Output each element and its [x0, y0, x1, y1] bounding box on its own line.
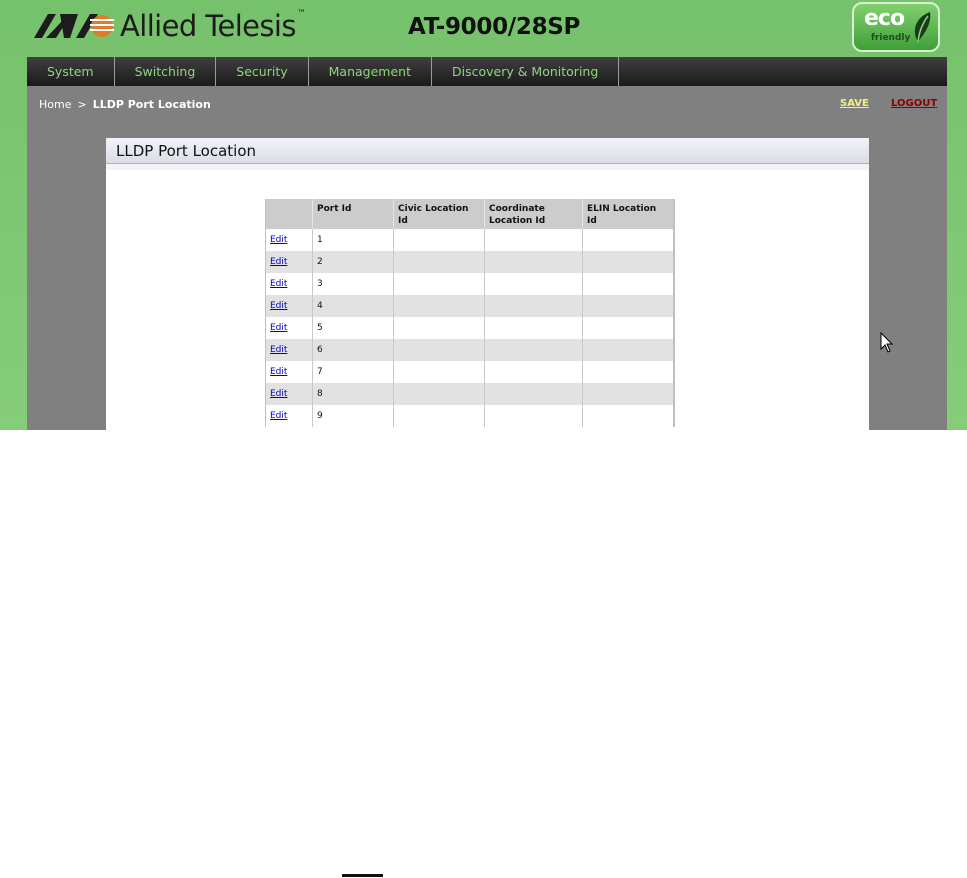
elin-location-cell [582, 273, 674, 295]
edit-link[interactable]: Edit [270, 323, 287, 333]
civic-location-cell [393, 317, 485, 339]
table-row: Edit 3 [265, 273, 674, 295]
column-header-elin-location-id: ELIN Location Id [582, 199, 674, 229]
port-id-cell: 9 [312, 405, 394, 427]
breadcrumb-separator: > [77, 98, 87, 111]
nav-discovery-monitoring[interactable]: Discovery & Monitoring [432, 57, 620, 86]
brand-name: Allied Telesis™ [120, 9, 306, 43]
nav-system[interactable]: System [27, 57, 115, 86]
table-row: Edit 2 [265, 251, 674, 273]
edit-link[interactable]: Edit [270, 411, 287, 421]
port-location-table: Port Id Civic Location Id Coordinate Loc… [265, 199, 675, 427]
coordinate-location-cell [484, 405, 583, 427]
table-row: Edit 6 [265, 339, 674, 361]
panel-divider [106, 164, 869, 170]
port-id-cell: 6 [312, 339, 394, 361]
port-id-cell: 4 [312, 295, 394, 317]
screenshot-area: Allied Telesis™ AT-9000/28SP eco friendl… [0, 0, 967, 430]
nav-switching[interactable]: Switching [115, 57, 217, 86]
edit-link[interactable]: Edit [270, 345, 287, 355]
edit-link[interactable]: Edit [270, 279, 287, 289]
column-header-port-id: Port Id [312, 199, 394, 229]
edit-link[interactable]: Edit [270, 389, 287, 399]
logout-link[interactable]: LOGOUT [891, 98, 937, 109]
coordinate-location-cell [484, 273, 583, 295]
table-row: Edit 4 [265, 295, 674, 317]
allied-telesis-logo: Allied Telesis™ [34, 9, 306, 43]
coordinate-location-cell [484, 361, 583, 383]
edit-link[interactable]: Edit [270, 235, 287, 245]
elin-location-cell [582, 339, 674, 361]
edit-link[interactable]: Edit [270, 257, 287, 267]
table-row: Edit 8 [265, 383, 674, 405]
elin-location-cell [582, 383, 674, 405]
edit-cell: Edit [265, 229, 313, 251]
coordinate-location-cell [484, 383, 583, 405]
edit-link[interactable]: Edit [270, 367, 287, 377]
eco-badge-text: eco [864, 6, 905, 31]
main-nav: System Switching Security Management Dis… [27, 57, 947, 86]
port-id-cell: 3 [312, 273, 394, 295]
panel-title-bar: LLDP Port Location [106, 138, 869, 164]
nav-management[interactable]: Management [309, 57, 432, 86]
civic-location-cell [393, 383, 485, 405]
edit-cell: Edit [265, 317, 313, 339]
table-header-row: Port Id Civic Location Id Coordinate Loc… [265, 199, 674, 229]
elin-location-cell [582, 295, 674, 317]
edit-cell: Edit [265, 405, 313, 427]
port-id-cell: 1 [312, 229, 394, 251]
port-id-cell: 5 [312, 317, 394, 339]
page-marker-line [342, 874, 383, 877]
coordinate-location-cell [484, 251, 583, 273]
panel-title: LLDP Port Location [116, 142, 257, 160]
eco-friendly-badge: eco friendly [852, 2, 940, 52]
coordinate-location-cell [484, 229, 583, 251]
civic-location-cell [393, 339, 485, 361]
allied-telesis-mark-icon [34, 14, 114, 38]
eco-badge-subtext: friendly [871, 33, 911, 43]
port-id-cell: 8 [312, 383, 394, 405]
breadcrumb-current: LLDP Port Location [92, 98, 211, 111]
column-header-coordinate-location-id: Coordinate Location Id [484, 199, 583, 229]
port-id-cell: 2 [312, 251, 394, 273]
leaf-icon [914, 12, 931, 43]
elin-location-cell [582, 317, 674, 339]
elin-location-cell [582, 229, 674, 251]
device-model: AT-9000/28SP [408, 14, 581, 40]
edit-cell: Edit [265, 383, 313, 405]
elin-location-cell [582, 251, 674, 273]
coordinate-location-cell [484, 339, 583, 361]
civic-location-cell [393, 361, 485, 383]
civic-location-cell [393, 295, 485, 317]
table-row: Edit 9 [265, 405, 674, 427]
lldp-port-location-panel: LLDP Port Location Port Id Civic Locatio… [106, 138, 869, 430]
mouse-pointer-icon [880, 332, 894, 353]
nav-security[interactable]: Security [216, 57, 309, 86]
elin-location-cell [582, 361, 674, 383]
edit-link[interactable]: Edit [270, 301, 287, 311]
civic-location-cell [393, 405, 485, 427]
table-row: Edit 1 [265, 229, 674, 251]
civic-location-cell [393, 251, 485, 273]
port-id-cell: 7 [312, 361, 394, 383]
table-row: Edit 5 [265, 317, 674, 339]
save-link[interactable]: SAVE [840, 98, 869, 109]
civic-location-cell [393, 273, 485, 295]
breadcrumb-home[interactable]: Home [39, 98, 71, 111]
edit-cell: Edit [265, 251, 313, 273]
column-header-action [265, 199, 313, 229]
elin-location-cell [582, 405, 674, 427]
table-row: Edit 7 [265, 361, 674, 383]
coordinate-location-cell [484, 295, 583, 317]
content-area: Home > LLDP Port Location SAVE LOGOUT LLDP… [27, 86, 947, 430]
breadcrumb: Home > LLDP Port Location [39, 98, 211, 111]
column-header-civic-location-id: Civic Location Id [393, 199, 485, 229]
edit-cell: Edit [265, 339, 313, 361]
coordinate-location-cell [484, 317, 583, 339]
edit-cell: Edit [265, 273, 313, 295]
edit-cell: Edit [265, 295, 313, 317]
civic-location-cell [393, 229, 485, 251]
edit-cell: Edit [265, 361, 313, 383]
